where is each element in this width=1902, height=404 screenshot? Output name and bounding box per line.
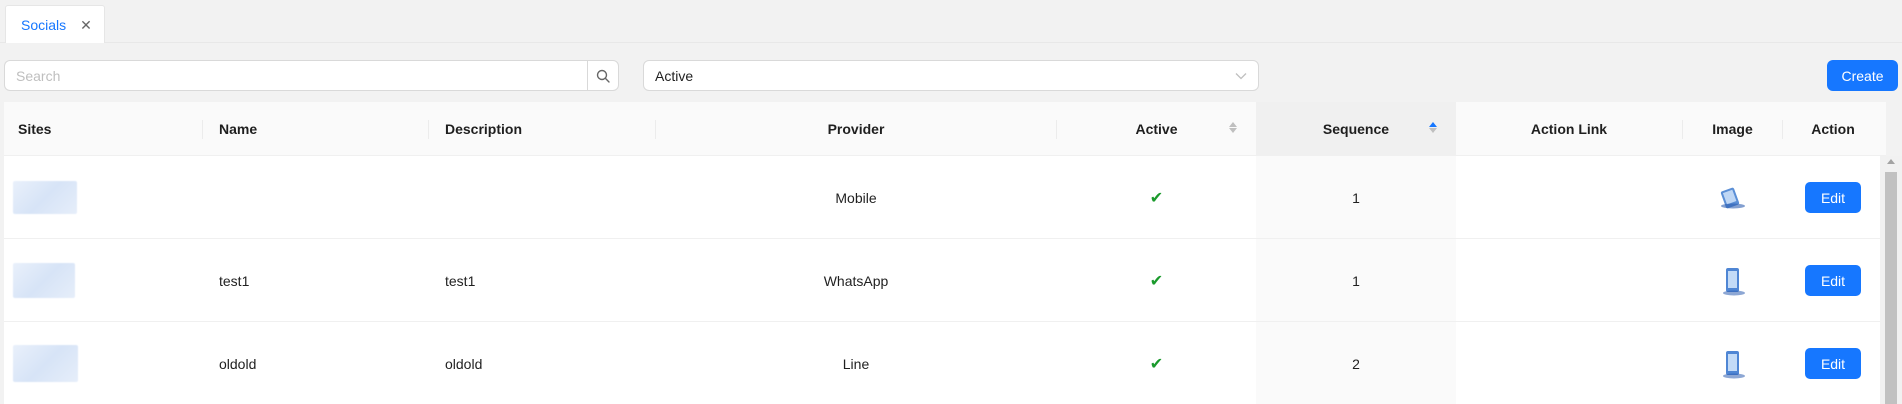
checkmark-icon: ✔	[1149, 355, 1164, 373]
sort-icon[interactable]	[1229, 122, 1237, 133]
name-cell: test1	[219, 272, 250, 289]
edit-button[interactable]: Edit	[1805, 182, 1861, 213]
scrollbar-thumb[interactable]	[1885, 172, 1897, 404]
tab-bar: Socials ✕	[0, 0, 1902, 43]
action-link-cell	[1456, 322, 1682, 404]
column-header-sites: Sites	[18, 121, 52, 137]
table-header: Sites Name Description Provider Active S…	[4, 102, 1886, 156]
action-link-cell	[1456, 156, 1682, 239]
image-cell	[1683, 322, 1782, 404]
description-cell: oldold	[445, 355, 483, 372]
column-header-description: Description	[445, 121, 523, 137]
status-select[interactable]: Active	[643, 60, 1259, 91]
edit-button[interactable]: Edit	[1805, 348, 1861, 379]
checkmark-icon: ✔	[1149, 272, 1164, 290]
sort-descending-icon	[1229, 128, 1237, 133]
site-thumbnail	[13, 181, 77, 214]
mobile-phone-icon	[1722, 350, 1745, 378]
column-header-image: Image	[1712, 121, 1753, 137]
site-thumbnail	[13, 263, 75, 298]
active-cell: ✔	[1057, 239, 1256, 322]
scroll-up-arrow-icon[interactable]	[1887, 159, 1895, 164]
create-button[interactable]: Create	[1827, 60, 1898, 91]
edit-button[interactable]: Edit	[1805, 265, 1861, 296]
column-divider	[428, 120, 429, 139]
site-cell	[13, 156, 77, 239]
site-thumbnail	[13, 345, 78, 382]
sort-descending-icon	[1429, 128, 1437, 133]
image-cell	[1683, 156, 1782, 239]
active-cell: ✔	[1057, 322, 1256, 404]
action-link-cell	[1456, 239, 1682, 322]
sequence-cell: 1	[1352, 272, 1360, 289]
action-cell: Edit	[1783, 239, 1883, 322]
sort-ascending-icon	[1429, 122, 1437, 127]
site-cell	[13, 239, 75, 322]
column-header-provider: Provider	[827, 121, 885, 137]
column-header-sequence[interactable]: Sequence	[1256, 102, 1456, 156]
action-cell: Edit	[1783, 322, 1883, 404]
search-group	[4, 60, 619, 91]
status-select-value: Active	[655, 67, 694, 84]
provider-cell: Line	[842, 355, 870, 372]
table-row: Mobile ✔ 1 Edit	[4, 156, 1886, 239]
chevron-down-icon	[1235, 72, 1247, 79]
tab-socials[interactable]: Socials ✕	[5, 5, 105, 43]
sort-icon[interactable]	[1429, 122, 1437, 133]
socials-table: Sites Name Description Provider Active S…	[4, 102, 1886, 404]
active-cell: ✔	[1057, 156, 1256, 239]
provider-cell: WhatsApp	[823, 272, 889, 289]
column-header-sequence-label: Sequence	[1322, 121, 1390, 137]
column-header-name: Name	[219, 121, 258, 137]
search-icon	[596, 69, 610, 83]
search-button[interactable]	[587, 60, 619, 91]
table-row: test1 test1 WhatsApp ✔ 1 Edit	[4, 239, 1886, 322]
site-cell	[13, 322, 78, 404]
description-cell: test1	[445, 272, 476, 289]
search-input[interactable]	[4, 60, 587, 91]
tab-label[interactable]: Socials	[21, 17, 66, 33]
column-header-active-label: Active	[1135, 121, 1178, 137]
sequence-cell: 1	[1352, 189, 1360, 206]
checkmark-icon: ✔	[1149, 189, 1164, 207]
provider-cell: Mobile	[835, 189, 877, 206]
column-divider	[202, 120, 203, 139]
column-header-action: Action	[1811, 121, 1855, 137]
column-header-active[interactable]: Active	[1057, 102, 1256, 156]
column-header-action-link: Action Link	[1530, 121, 1608, 137]
mobile-phone-icon	[1720, 187, 1745, 208]
name-cell: oldold	[219, 355, 257, 372]
action-cell: Edit	[1783, 156, 1883, 239]
mobile-phone-icon	[1722, 267, 1745, 295]
sequence-cell: 2	[1352, 355, 1360, 372]
table-row: oldold oldold Line ✔ 2 Edit	[4, 322, 1886, 404]
sort-ascending-icon	[1229, 122, 1237, 127]
close-icon[interactable]: ✕	[80, 18, 92, 32]
image-cell	[1683, 239, 1782, 322]
